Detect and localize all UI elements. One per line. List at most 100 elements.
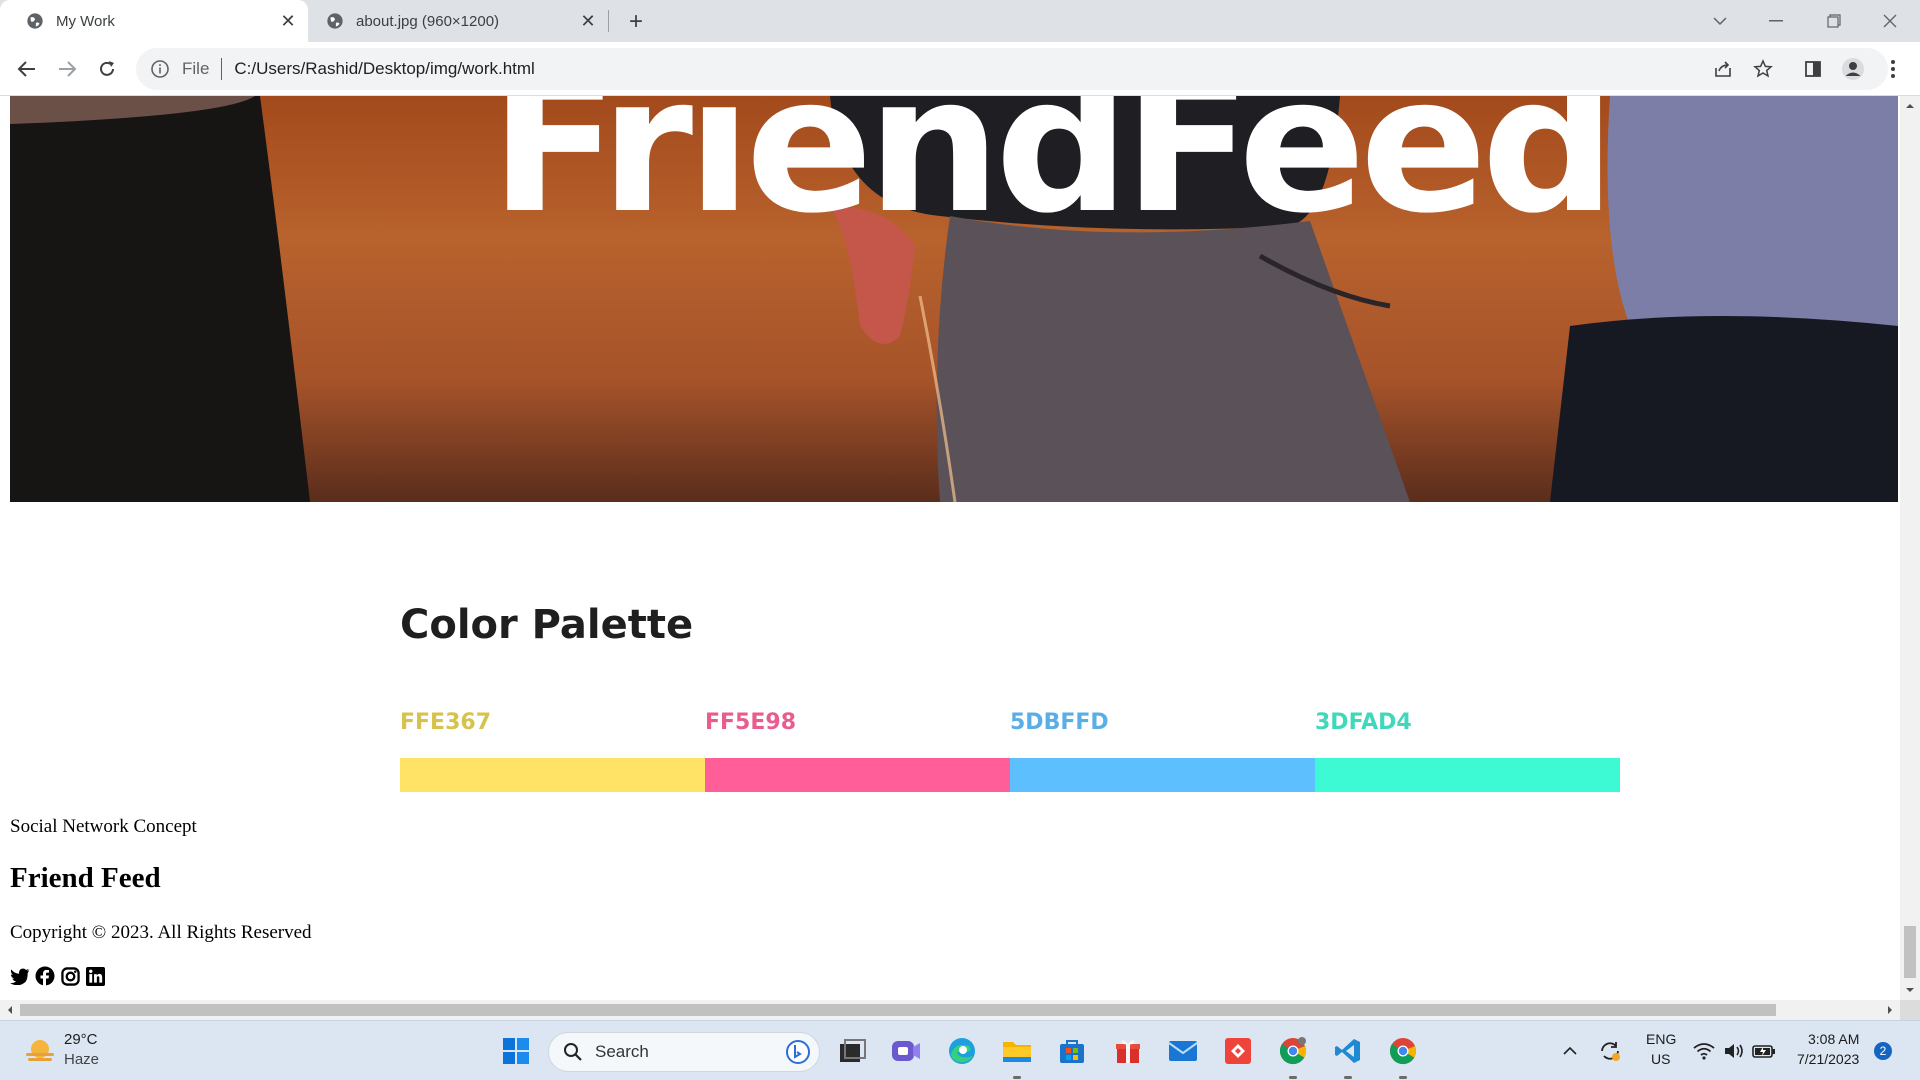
mail-app[interactable] — [1165, 1033, 1201, 1069]
footer-concept-text: Social Network Concept — [10, 816, 197, 837]
microsoft-store-app[interactable] — [1054, 1033, 1090, 1069]
scroll-down-icon[interactable] — [1900, 982, 1920, 998]
mail-icon — [1168, 1041, 1198, 1061]
speaker-icon — [1725, 1044, 1743, 1058]
chrome-icon — [1279, 1037, 1307, 1065]
share-button[interactable] — [1706, 52, 1740, 86]
clock-date[interactable]: 7/21/2023 — [1797, 1051, 1859, 1067]
scroll-up-icon[interactable] — [1900, 98, 1920, 114]
profile-button[interactable] — [1836, 52, 1870, 86]
back-button[interactable] — [10, 52, 44, 86]
info-icon[interactable] — [150, 59, 170, 79]
windows-logo-icon — [503, 1038, 529, 1064]
star-icon — [1753, 59, 1773, 78]
new-tab-button[interactable]: + — [622, 8, 650, 36]
close-tab-icon[interactable]: ✕ — [578, 11, 598, 31]
tab-about-jpg[interactable]: about.jpg (960×1200) ✕ — [300, 0, 608, 42]
weather-condition[interactable]: Haze — [64, 1051, 99, 1068]
teams-chat-app[interactable] — [888, 1033, 924, 1069]
show-hidden-icons-button[interactable] — [1552, 1033, 1588, 1069]
forward-arrow-icon — [59, 61, 77, 77]
edge-browser-icon — [949, 1038, 975, 1064]
horizontal-scrollbar[interactable] — [0, 1000, 1900, 1020]
tab-strip: My Work ✕ about.jpg (960×1200) ✕ + — [0, 0, 1920, 42]
back-arrow-icon — [17, 61, 35, 77]
battery-status[interactable] — [1750, 1033, 1778, 1069]
restore-button[interactable] — [1806, 0, 1862, 42]
horizontal-scroll-thumb[interactable] — [20, 1004, 1776, 1016]
chrome-app[interactable] — [1385, 1033, 1421, 1069]
instagram-icon[interactable] — [60, 966, 80, 986]
start-button[interactable] — [498, 1033, 534, 1069]
language-line1[interactable]: ENG — [1646, 1031, 1676, 1047]
chrome-app-profile[interactable] — [1275, 1033, 1311, 1069]
tab-search-button[interactable] — [1692, 0, 1748, 42]
swatch-bar-yellow — [400, 758, 705, 792]
swatch-bar-pink — [705, 758, 1010, 792]
wifi-status[interactable] — [1690, 1033, 1718, 1069]
weather-widget[interactable] — [22, 1035, 58, 1067]
globe-icon — [27, 13, 43, 29]
anydesk-app[interactable] — [1220, 1033, 1256, 1069]
sync-status-button[interactable] — [1592, 1033, 1628, 1069]
scrollbar-corner — [1900, 1000, 1920, 1020]
chevron-down-icon — [1713, 17, 1727, 26]
twitter-icon[interactable] — [10, 966, 30, 986]
minimize-icon — [1769, 20, 1783, 22]
swatch-code-blue: 5DBFFD — [1010, 710, 1109, 735]
address-bar[interactable]: File C:/Users/Rashid/Desktop/img/work.ht… — [136, 48, 1888, 90]
footer-title: Friend Feed — [10, 862, 161, 894]
file-explorer-app[interactable] — [999, 1033, 1035, 1069]
vscode-app[interactable] — [1330, 1033, 1366, 1069]
linkedin-icon[interactable] — [85, 966, 105, 986]
hero-image: FriendFeed — [10, 96, 1898, 502]
clock-time[interactable]: 3:08 AM — [1808, 1031, 1859, 1047]
menu-button[interactable] — [1876, 52, 1910, 86]
running-indicator — [1399, 1076, 1407, 1079]
vertical-scroll-thumb[interactable] — [1904, 926, 1916, 978]
task-view-button[interactable] — [834, 1033, 870, 1069]
windows-taskbar: 29°C Haze Search ENG US 3:08 AM 7/21/202… — [0, 1020, 1920, 1080]
minimize-button[interactable] — [1748, 0, 1804, 42]
swatch-bar-teal — [1315, 758, 1620, 792]
tab-title: about.jpg (960×1200) — [356, 12, 500, 30]
forward-button[interactable] — [50, 52, 84, 86]
weather-temp[interactable]: 29°C — [64, 1031, 98, 1048]
swatch-code-teal: 3DFAD4 — [1315, 710, 1412, 735]
scroll-right-icon[interactable] — [1882, 1000, 1898, 1020]
footer-copyright: Copyright © 2023. All Rights Reserved — [10, 922, 312, 943]
reload-icon — [100, 61, 114, 76]
search-icon — [564, 1043, 582, 1061]
share-icon — [1715, 61, 1731, 77]
bookmark-button[interactable] — [1746, 52, 1780, 86]
hero-title: FriendFeed — [490, 96, 1616, 255]
video-chat-icon — [892, 1041, 920, 1061]
bing-icon[interactable] — [785, 1039, 811, 1065]
gift-app[interactable] — [1110, 1033, 1146, 1069]
browser-toolbar: File C:/Users/Rashid/Desktop/img/work.ht… — [0, 42, 1920, 96]
color-palette-heading: Color Palette — [400, 602, 694, 648]
edge-app[interactable] — [944, 1033, 980, 1069]
close-tab-icon[interactable]: ✕ — [278, 11, 298, 31]
vertical-scrollbar[interactable] — [1900, 96, 1920, 1000]
language-line2[interactable]: US — [1651, 1051, 1670, 1067]
close-window-button[interactable] — [1862, 0, 1918, 42]
volume-status[interactable] — [1720, 1033, 1748, 1069]
url-text[interactable]: C:/Users/Rashid/Desktop/img/work.html — [234, 59, 534, 79]
running-indicator — [1289, 1076, 1297, 1079]
facebook-icon[interactable] — [35, 966, 55, 986]
gift-icon — [1116, 1040, 1140, 1063]
notification-badge[interactable]: 2 — [1874, 1042, 1892, 1060]
social-links — [10, 966, 105, 986]
tab-my-work[interactable]: My Work ✕ — [0, 0, 308, 42]
battery-charging-icon — [1752, 1045, 1775, 1058]
taskbar-search[interactable]: Search — [548, 1032, 820, 1072]
reload-button[interactable] — [90, 52, 124, 86]
swatch-bar-blue — [1010, 758, 1315, 792]
chrome-icon — [1389, 1038, 1417, 1065]
store-bag-icon — [1060, 1040, 1084, 1063]
vscode-icon — [1335, 1039, 1360, 1063]
scroll-left-icon[interactable] — [2, 1000, 18, 1020]
side-panel-button[interactable] — [1796, 52, 1830, 86]
address-separator — [221, 58, 223, 80]
